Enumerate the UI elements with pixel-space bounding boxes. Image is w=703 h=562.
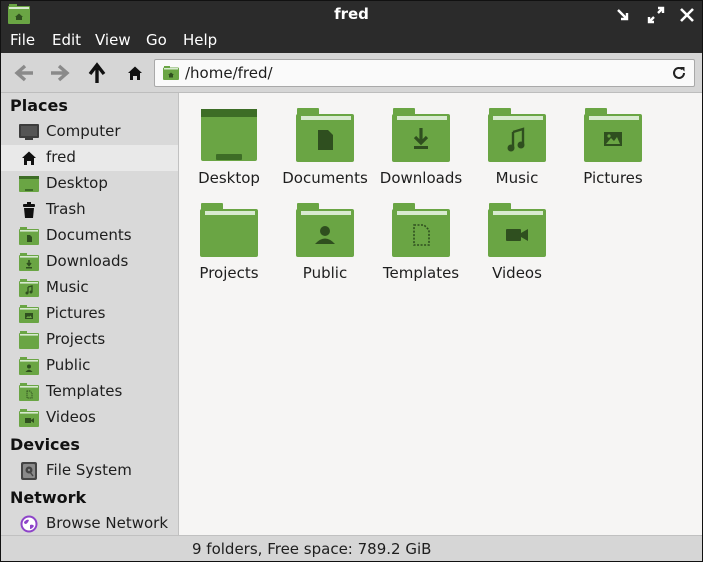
- documents-folder-icon: [296, 108, 354, 162]
- status-bar: 9 folders, Free space: 789.2 GiB: [1, 535, 702, 561]
- minimize-icon[interactable]: [615, 6, 633, 24]
- sidebar-item-file-system[interactable]: File System: [1, 458, 178, 484]
- sidebar-item-pictures[interactable]: Pictures: [1, 301, 178, 327]
- sidebar-item-downloads[interactable]: Downloads: [1, 249, 178, 275]
- network-header: Network: [10, 488, 87, 507]
- sidebar-item-music[interactable]: Music: [1, 275, 178, 301]
- menu-edit[interactable]: Edit: [52, 31, 81, 49]
- home-icon[interactable]: [124, 62, 146, 84]
- up-arrow-icon[interactable]: [86, 62, 108, 84]
- public-folder-icon: [19, 357, 39, 375]
- title-bar[interactable]: fred: [1, 1, 702, 29]
- menu-go[interactable]: Go: [146, 31, 167, 49]
- public-folder-icon: [296, 203, 354, 257]
- location-bar[interactable]: /home/fred/: [154, 59, 695, 87]
- projects-folder-icon: [19, 331, 39, 349]
- downloads-folder-icon: [19, 253, 39, 271]
- sidebar-item-videos[interactable]: Videos: [1, 405, 178, 431]
- music-folder-icon: [19, 279, 39, 297]
- projects-folder-icon: [200, 203, 258, 257]
- sidebar-item-public[interactable]: Public: [1, 353, 178, 379]
- templates-folder-icon: [19, 383, 39, 401]
- templates-folder-icon: [392, 203, 450, 257]
- file-item-pictures[interactable]: Pictures: [566, 96, 660, 187]
- file-item-documents[interactable]: Documents: [278, 96, 372, 187]
- close-icon[interactable]: [678, 6, 696, 24]
- location-path[interactable]: /home/fred/: [185, 64, 273, 82]
- network-icon: [20, 515, 38, 533]
- file-view[interactable]: Desktop Documents Downloads Music Pictur…: [179, 93, 702, 535]
- file-item-public[interactable]: Public: [278, 191, 372, 282]
- sidebar-item-desktop[interactable]: Desktop: [1, 171, 178, 197]
- maximize-icon[interactable]: [647, 6, 665, 24]
- documents-folder-icon: [19, 227, 39, 245]
- sidebar-item-computer[interactable]: Computer: [1, 119, 178, 145]
- desktop-folder-icon: [19, 176, 39, 192]
- sidebar-item-trash[interactable]: Trash: [1, 197, 178, 223]
- refresh-icon[interactable]: [670, 64, 688, 82]
- file-item-templates[interactable]: Templates: [374, 191, 468, 282]
- sidebar-item-templates[interactable]: Templates: [1, 379, 178, 405]
- sidebar-item-documents[interactable]: Documents: [1, 223, 178, 249]
- file-item-downloads[interactable]: Downloads: [374, 96, 468, 187]
- toolbar: /home/fred/: [1, 53, 702, 93]
- downloads-folder-icon: [392, 108, 450, 162]
- pictures-folder-icon: [19, 305, 39, 323]
- videos-folder-icon: [19, 409, 39, 427]
- home-folder-icon: [163, 66, 179, 80]
- file-item-projects[interactable]: Projects: [182, 191, 276, 282]
- file-item-desktop[interactable]: Desktop: [182, 96, 276, 187]
- places-header: Places: [10, 96, 68, 115]
- desktop-folder-icon: [201, 109, 257, 161]
- status-text: 9 folders, Free space: 789.2 GiB: [192, 540, 432, 558]
- menu-help[interactable]: Help: [183, 31, 217, 49]
- devices-header: Devices: [10, 435, 80, 454]
- sidebar-item-projects[interactable]: Projects: [1, 327, 178, 353]
- sidebar: Places Computer fred Desktop Trash Docum…: [1, 93, 179, 535]
- sidebar-item-browse-network[interactable]: Browse Network: [1, 511, 178, 537]
- file-item-videos[interactable]: Videos: [470, 191, 564, 282]
- file-manager-window: fred File Edit View Go Help /home/fred/ …: [0, 0, 703, 562]
- menu-bar: File Edit View Go Help: [1, 29, 702, 53]
- forward-arrow-icon[interactable]: [49, 62, 71, 84]
- home-icon: [22, 151, 36, 165]
- file-item-music[interactable]: Music: [470, 96, 564, 187]
- pictures-folder-icon: [584, 108, 642, 162]
- videos-folder-icon: [488, 203, 546, 257]
- window-title: fred: [334, 5, 369, 23]
- trash-icon: [23, 202, 35, 218]
- drive-icon: [21, 462, 37, 480]
- back-arrow-icon[interactable]: [13, 62, 35, 84]
- computer-icon: [19, 124, 39, 140]
- menu-view[interactable]: View: [95, 31, 131, 49]
- menu-file[interactable]: File: [10, 31, 35, 49]
- sidebar-item-fred[interactable]: fred: [1, 145, 178, 171]
- music-folder-icon: [488, 108, 546, 162]
